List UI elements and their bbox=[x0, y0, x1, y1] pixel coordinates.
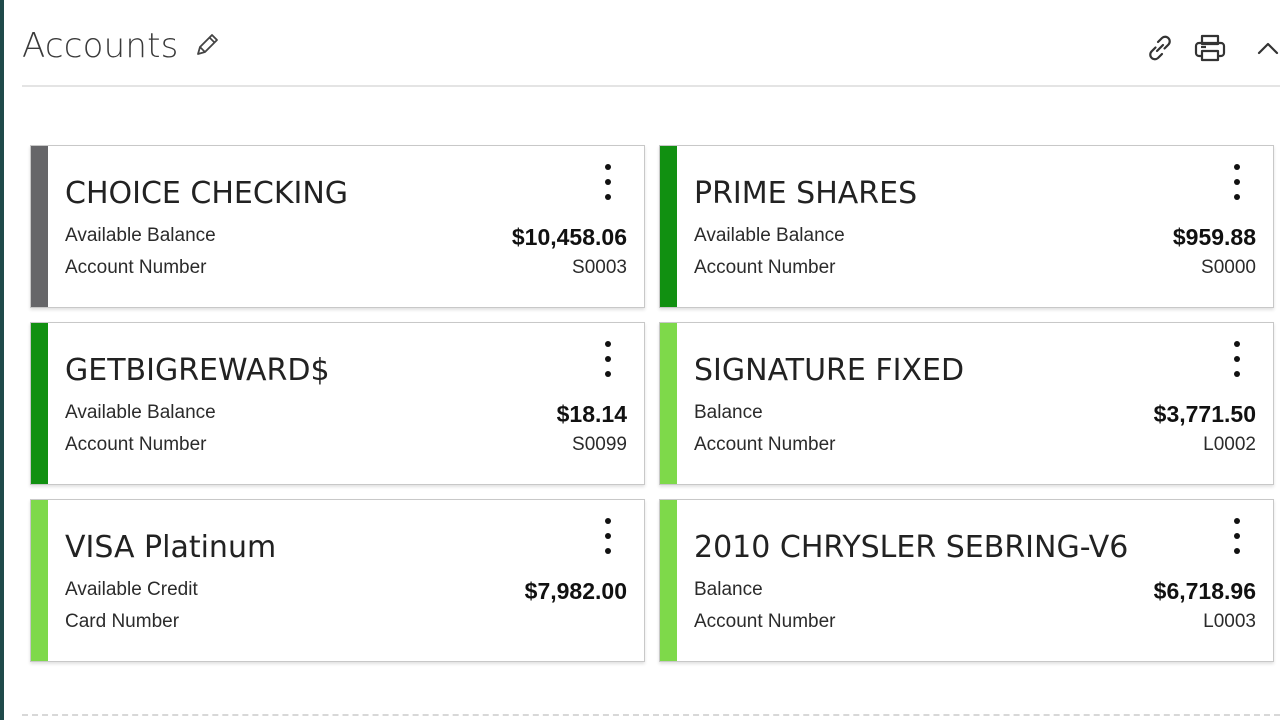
kebab-menu-icon[interactable] bbox=[1227, 339, 1247, 379]
kebab-menu-icon[interactable] bbox=[598, 162, 618, 202]
account-number: S0003 bbox=[572, 257, 627, 278]
account-color-bar bbox=[31, 500, 48, 661]
card-number-label: Card Number bbox=[65, 611, 180, 632]
printer-icon[interactable] bbox=[1192, 30, 1228, 66]
balance-amount: $959.88 bbox=[1172, 224, 1256, 250]
kebab-menu-icon[interactable] bbox=[598, 339, 618, 379]
balance-label: Available Balance bbox=[65, 225, 216, 246]
account-card[interactable]: VISA Platinum Available Credit $7,982.00… bbox=[30, 499, 645, 662]
balance-label: Balance bbox=[694, 579, 763, 600]
account-number: L0002 bbox=[1203, 434, 1256, 455]
account-name: 2010 CHRYSLER SEBRING-V6 bbox=[694, 530, 1129, 565]
account-name: PRIME SHARES bbox=[694, 176, 918, 211]
account-number-label: Account Number bbox=[65, 257, 207, 278]
account-number-label: Account Number bbox=[694, 434, 836, 455]
balance-label: Available Balance bbox=[65, 402, 216, 423]
section-divider bbox=[22, 714, 1280, 716]
account-color-bar bbox=[660, 500, 677, 661]
balance-amount: $7,982.00 bbox=[524, 578, 627, 604]
account-name: CHOICE CHECKING bbox=[65, 176, 349, 211]
balance-label: Available Credit bbox=[65, 579, 198, 600]
account-card[interactable]: GETBIGREWARD$ Available Balance $18.14 A… bbox=[30, 322, 645, 485]
header-divider bbox=[22, 85, 1280, 87]
account-color-bar bbox=[660, 146, 677, 307]
balance-amount: $6,718.96 bbox=[1153, 578, 1256, 604]
page-title: Accounts bbox=[22, 26, 179, 66]
account-color-bar bbox=[660, 323, 677, 484]
account-number-label: Account Number bbox=[65, 434, 207, 455]
balance-amount: $10,458.06 bbox=[511, 224, 627, 250]
balance-label: Balance bbox=[694, 402, 763, 423]
kebab-menu-icon[interactable] bbox=[1227, 162, 1247, 202]
account-number-label: Account Number bbox=[694, 257, 836, 278]
accounts-header: Accounts bbox=[22, 22, 1280, 70]
account-color-bar bbox=[31, 323, 48, 484]
account-number: S0000 bbox=[1201, 257, 1256, 278]
account-name: SIGNATURE FIXED bbox=[694, 353, 965, 388]
link-icon[interactable] bbox=[1142, 30, 1178, 66]
account-card[interactable]: CHOICE CHECKING Available Balance $10,45… bbox=[30, 145, 645, 308]
account-number: L0003 bbox=[1203, 611, 1256, 632]
account-card[interactable]: PRIME SHARES Available Balance $959.88 A… bbox=[659, 145, 1274, 308]
account-color-bar bbox=[31, 146, 48, 307]
balance-label: Available Balance bbox=[694, 225, 845, 246]
kebab-menu-icon[interactable] bbox=[598, 516, 618, 556]
account-number: S0099 bbox=[572, 434, 627, 455]
account-name: VISA Platinum bbox=[65, 530, 277, 565]
left-rail bbox=[0, 0, 4, 720]
account-card[interactable]: 2010 CHRYSLER SEBRING-V6 Balance $6,718.… bbox=[659, 499, 1274, 662]
balance-amount: $18.14 bbox=[556, 401, 627, 427]
account-card[interactable]: SIGNATURE FIXED Balance $3,771.50 Accoun… bbox=[659, 322, 1274, 485]
account-number-label: Account Number bbox=[694, 611, 836, 632]
account-name: GETBIGREWARD$ bbox=[65, 353, 330, 388]
kebab-menu-icon[interactable] bbox=[1227, 516, 1247, 556]
balance-amount: $3,771.50 bbox=[1153, 401, 1256, 427]
pencil-icon[interactable] bbox=[192, 30, 222, 60]
chevron-up-icon[interactable] bbox=[1250, 30, 1280, 66]
